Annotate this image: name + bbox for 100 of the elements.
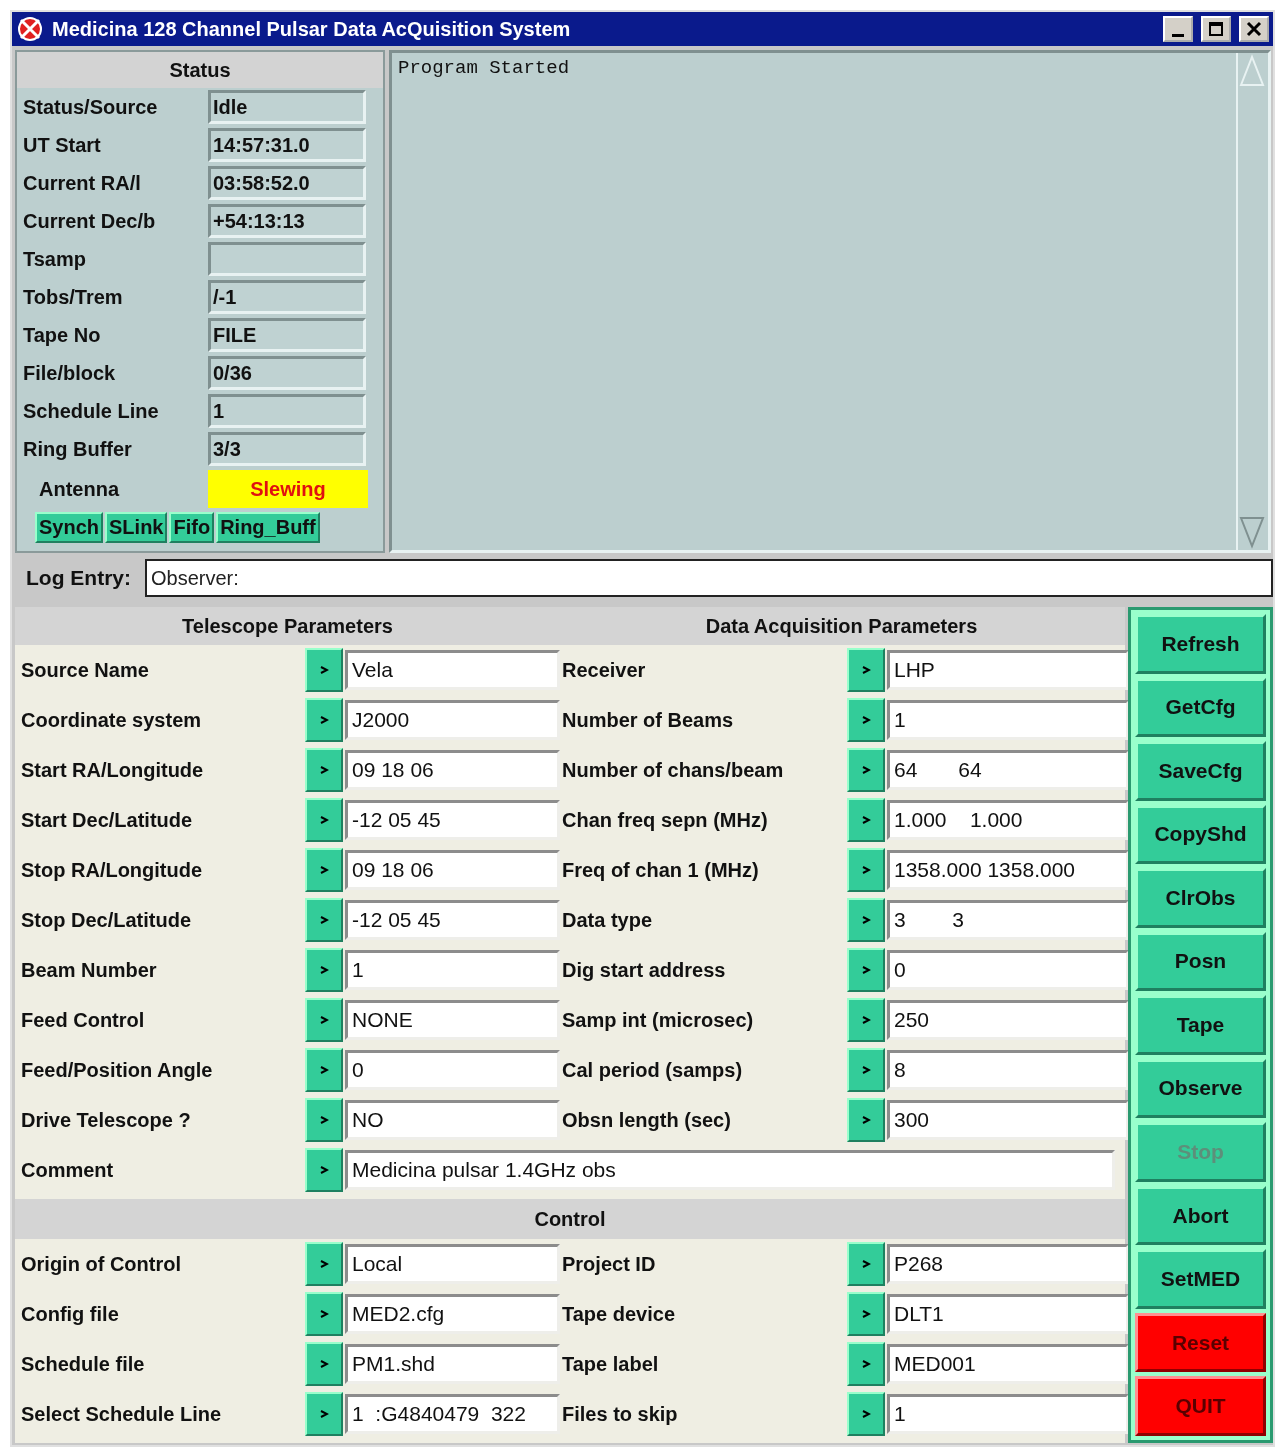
window-title: Medicina 128 Channel Pulsar Data AcQuisition System xyxy=(52,17,572,41)
set-button[interactable] xyxy=(847,1342,885,1386)
status-indicator: Synch xyxy=(35,512,104,543)
command-button[interactable]: SetMED xyxy=(1135,1249,1266,1309)
parameter-label: Feed/Position Angle xyxy=(21,1058,214,1082)
set-button[interactable] xyxy=(305,1292,343,1336)
set-button[interactable] xyxy=(847,948,885,992)
status-label: Status/Source xyxy=(23,95,159,119)
input-field[interactable]: 8 xyxy=(887,1050,1129,1090)
command-button[interactable]: GetCfg xyxy=(1135,677,1266,738)
input-field[interactable]: NO xyxy=(345,1100,560,1140)
status-indicator: Ring_Buff xyxy=(216,512,320,543)
set-button[interactable] xyxy=(305,1242,343,1286)
input-field[interactable]: 1 xyxy=(345,950,560,990)
input-field[interactable]: 1 xyxy=(887,700,1129,740)
set-button[interactable] xyxy=(847,848,885,892)
command-button[interactable]: Abort xyxy=(1135,1185,1266,1246)
set-button[interactable] xyxy=(305,648,343,692)
set-button[interactable] xyxy=(847,748,885,792)
minimize-button[interactable] xyxy=(1163,16,1193,42)
input-field[interactable]: Vela xyxy=(345,650,560,690)
input-field[interactable]: 300 xyxy=(887,1100,1129,1140)
chevron-icon xyxy=(861,765,871,775)
chevron-icon xyxy=(861,1115,871,1125)
input-field[interactable]: PM1.shd xyxy=(345,1344,560,1384)
set-button[interactable] xyxy=(305,748,343,792)
chevron-icon xyxy=(861,965,871,975)
chevron-icon xyxy=(861,1409,871,1419)
set-button[interactable] xyxy=(305,1148,343,1192)
set-button[interactable] xyxy=(305,898,343,942)
app-icon xyxy=(16,15,44,43)
chevron-icon xyxy=(319,815,329,825)
input-field[interactable]: 250 xyxy=(887,1000,1129,1040)
close-button[interactable] xyxy=(1239,16,1269,42)
set-button[interactable] xyxy=(847,798,885,842)
input-field[interactable]: -12 05 45 xyxy=(345,900,560,940)
input-field[interactable]: 1358.000 1358.000 xyxy=(887,850,1129,890)
set-button[interactable] xyxy=(305,1342,343,1386)
set-button[interactable] xyxy=(305,1392,343,1436)
maximize-button[interactable] xyxy=(1201,16,1231,42)
parameter-label: Drive Telescope ? xyxy=(21,1108,192,1132)
input-field[interactable]: 09 18 06 xyxy=(345,850,560,890)
set-button[interactable] xyxy=(847,898,885,942)
chevron-icon xyxy=(319,1359,329,1369)
set-button[interactable] xyxy=(847,1048,885,1092)
set-button[interactable] xyxy=(847,1242,885,1286)
log-entry-field[interactable]: Observer: xyxy=(145,559,1273,597)
input-field[interactable]: 1 xyxy=(887,1394,1129,1434)
status-label: Current RA/l xyxy=(23,171,142,195)
command-button[interactable]: Tape xyxy=(1135,995,1266,1055)
input-field[interactable]: 1.000 1.000 xyxy=(887,800,1129,840)
set-button[interactable] xyxy=(847,698,885,742)
command-button[interactable]: Refresh xyxy=(1135,614,1266,674)
chevron-icon xyxy=(319,865,329,875)
command-button[interactable]: Observe xyxy=(1135,1058,1266,1119)
set-button[interactable] xyxy=(847,648,885,692)
command-button[interactable]: Posn xyxy=(1135,931,1266,992)
set-button[interactable] xyxy=(305,698,343,742)
command-button[interactable]: Reset xyxy=(1135,1312,1266,1373)
antenna-status: Slewing xyxy=(208,470,368,508)
chevron-icon xyxy=(861,1065,871,1075)
set-button[interactable] xyxy=(305,1048,343,1092)
parameter-label: Origin of Control xyxy=(21,1252,182,1276)
status-label: Schedule Line xyxy=(23,399,160,423)
scrollbar[interactable] xyxy=(1236,53,1268,550)
input-field[interactable]: P268 xyxy=(887,1244,1129,1284)
command-button[interactable]: ClrObs xyxy=(1135,868,1266,928)
input-field[interactable]: DLT1 xyxy=(887,1294,1129,1334)
input-field[interactable]: 1 :G4840479 322 xyxy=(345,1394,560,1434)
input-field[interactable]: 64 64 xyxy=(887,750,1129,790)
set-button[interactable] xyxy=(305,798,343,842)
input-field[interactable]: MED001 xyxy=(887,1344,1129,1384)
input-field[interactable]: -12 05 45 xyxy=(345,800,560,840)
scroll-down-icon[interactable] xyxy=(1238,514,1266,550)
input-field[interactable]: MED2.cfg xyxy=(345,1294,560,1334)
command-button[interactable]: SaveCfg xyxy=(1135,741,1266,801)
status-label: File/block xyxy=(23,361,117,385)
input-field[interactable]: 0 xyxy=(887,950,1129,990)
set-button[interactable] xyxy=(847,1392,885,1436)
input-field[interactable]: Medicina pulsar 1.4GHz obs xyxy=(345,1150,1115,1190)
command-button[interactable]: CopyShd xyxy=(1135,804,1266,865)
input-field[interactable]: LHP xyxy=(887,650,1129,690)
command-button[interactable]: QUIT xyxy=(1135,1376,1266,1436)
parameter-label: Freq of chan 1 (MHz) xyxy=(562,858,760,882)
parameter-label: Samp int (microsec) xyxy=(562,1008,755,1032)
set-button[interactable] xyxy=(847,1292,885,1336)
input-field[interactable]: 09 18 06 xyxy=(345,750,560,790)
set-button[interactable] xyxy=(305,948,343,992)
chevron-icon xyxy=(319,915,329,925)
input-field[interactable]: Local xyxy=(345,1244,560,1284)
set-button[interactable] xyxy=(847,1098,885,1142)
set-button[interactable] xyxy=(847,998,885,1042)
input-field[interactable]: 3 3 xyxy=(887,900,1129,940)
input-field[interactable]: NONE xyxy=(345,1000,560,1040)
set-button[interactable] xyxy=(305,998,343,1042)
set-button[interactable] xyxy=(305,848,343,892)
chevron-icon xyxy=(861,1015,871,1025)
input-field[interactable]: 0 xyxy=(345,1050,560,1090)
input-field[interactable]: J2000 xyxy=(345,700,560,740)
set-button[interactable] xyxy=(305,1098,343,1142)
